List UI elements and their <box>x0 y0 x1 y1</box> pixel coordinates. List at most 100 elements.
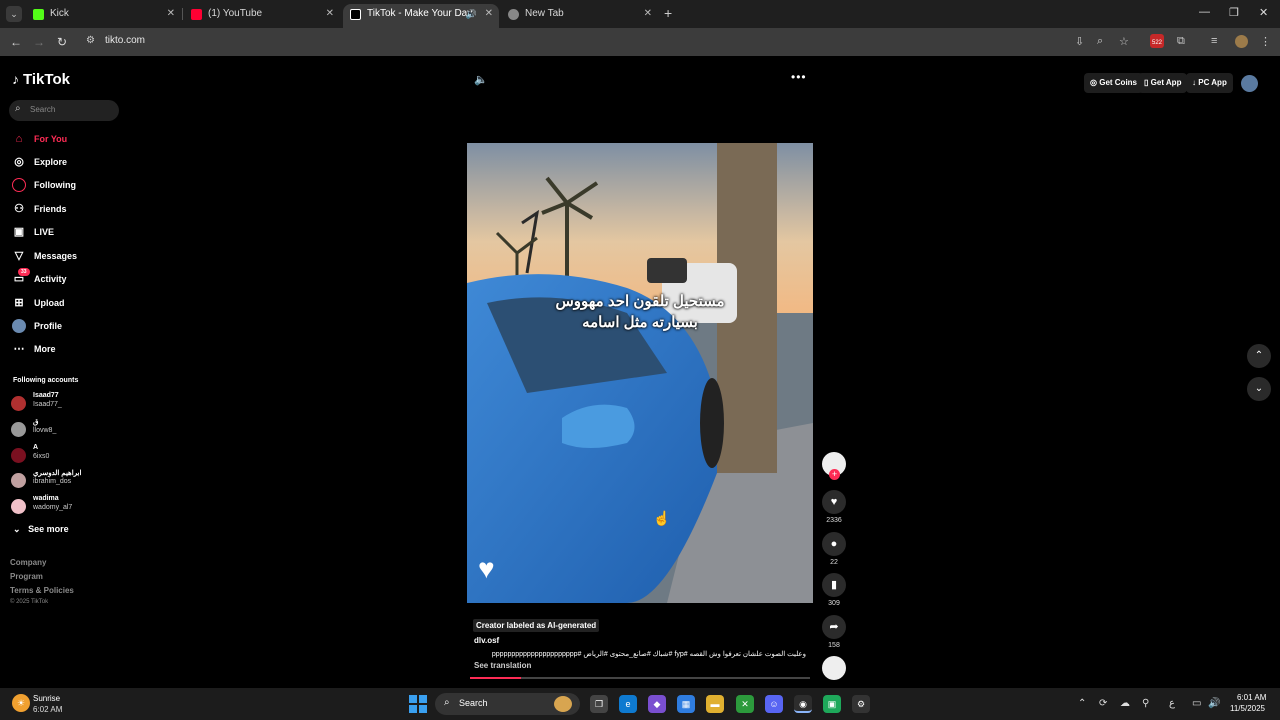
video-player[interactable]: مستحيل تلقون احد مهووس بسيارته مثل اسامه… <box>467 143 813 603</box>
sidebar-item-label: Following <box>34 180 76 190</box>
home-icon: ⌂ <box>15 133 23 145</box>
task-view-icon[interactable]: ❐ <box>590 695 608 713</box>
close-icon[interactable]: ✕ <box>485 4 493 24</box>
minimize-icon[interactable]: — <box>1199 6 1210 18</box>
store-icon[interactable]: ▦ <box>677 695 695 713</box>
taskbar-search[interactable]: ⌕ Search <box>435 693 580 715</box>
speaker-icon[interactable]: 🔈 <box>474 73 488 86</box>
tab-search-icon[interactable]: ⌄ <box>6 6 22 22</box>
speaker-icon[interactable]: 🔊 <box>466 4 477 24</box>
friends-icon: ⚇ <box>14 203 24 215</box>
taskbar-search-label: Search <box>459 698 488 708</box>
search-input[interactable]: ⌕ Search <box>9 100 119 121</box>
get-app-button[interactable]: ▯ Get App <box>1138 73 1188 93</box>
comment-button[interactable]: ● 22 <box>822 532 846 566</box>
following-account[interactable]: wadima wadomy_al7 <box>11 495 121 517</box>
following-account[interactable]: ق llovw8_ <box>11 418 121 440</box>
language-icon[interactable]: ع <box>1169 698 1175 709</box>
close-icon[interactable]: ✕ <box>167 4 175 24</box>
get-coins-button[interactable]: ◎ Get Coins <box>1084 73 1143 93</box>
site-info-icon[interactable]: ⚙ <box>86 35 95 46</box>
following-account[interactable]: Isaad77 Isaad77_ <box>11 392 121 414</box>
tab-tiktok[interactable]: TikTok - Make Your Day 🔊 ✕ <box>343 4 499 28</box>
weather-name: Sunrise <box>33 694 61 703</box>
comment-count: 22 <box>830 559 838 566</box>
sidebar-item-label: Explore <box>34 157 68 167</box>
sidebar-item-label: Friends <box>34 204 67 214</box>
chevron-up-icon[interactable]: ⌃ <box>1078 698 1086 709</box>
bookmark-star-icon[interactable]: ☆ <box>1119 35 1129 48</box>
file-explorer-icon[interactable]: ▬ <box>706 695 724 713</box>
heart-icon: ♥ <box>478 553 495 584</box>
tab-kick[interactable]: Kick ✕ <box>26 4 181 28</box>
network-icon[interactable]: ▭ <box>1192 698 1201 709</box>
user-avatar[interactable] <box>1241 75 1258 92</box>
previous-video-chevron-up-icon[interactable]: ⌃ <box>1247 344 1271 368</box>
install-app-icon[interactable]: ⇩ <box>1075 35 1084 48</box>
tiktok-favicon-icon <box>350 9 361 20</box>
tab-new-tab[interactable]: New Tab ✕ <box>501 4 658 28</box>
edge-icon[interactable]: e <box>619 695 637 713</box>
extension-badge-icon[interactable]: 522 <box>1150 34 1164 48</box>
compass-icon: ◎ <box>14 156 24 168</box>
zoom-icon[interactable]: ⌕ <box>1097 35 1103 48</box>
search-highlight-icon <box>554 696 572 712</box>
whatsapp-icon[interactable]: ▣ <box>823 695 841 713</box>
tab-youtube[interactable]: (1) YouTube ✕ <box>184 4 340 28</box>
see-translation-link[interactable]: See translation <box>474 661 531 670</box>
clock-time[interactable]: 6:01 AM <box>1237 693 1266 702</box>
discord-icon[interactable]: ☺ <box>765 695 783 713</box>
footer-link-terms[interactable]: Terms & Policies <box>10 586 74 595</box>
account-handle: Isaad77_ <box>33 401 62 408</box>
pc-app-button[interactable]: ↓ PC App <box>1186 73 1233 93</box>
extension-badge-count: 522 <box>1151 40 1162 46</box>
menu-kebab-icon[interactable]: ⋮ <box>1260 35 1271 48</box>
avatar <box>11 473 26 488</box>
forward-arrow-icon[interactable]: → <box>33 35 45 49</box>
close-icon[interactable]: ✕ <box>326 4 334 24</box>
address-bar[interactable]: ⚙ tikto.com <box>80 32 1095 52</box>
window-close-icon[interactable]: ✕ <box>1259 6 1268 19</box>
new-tab-plus-icon[interactable]: + <box>664 5 672 21</box>
chrome-icon[interactable]: ◉ <box>794 695 812 713</box>
copilot-icon[interactable]: ◆ <box>648 695 666 713</box>
footer-link-program[interactable]: Program <box>10 572 43 581</box>
more-options-icon[interactable]: ••• <box>791 70 807 84</box>
sync-icon[interactable]: ⟳ <box>1099 698 1107 709</box>
reload-icon[interactable]: ↻ <box>57 35 67 49</box>
music-disc-icon[interactable] <box>822 656 846 680</box>
following-account[interactable]: ابراهيم الدوسري ibrahim_dos <box>11 469 121 491</box>
like-button[interactable]: ♥ 2336 <box>822 490 846 524</box>
see-more-button[interactable]: ⌄ See more <box>13 524 69 535</box>
footer-link-company[interactable]: Company <box>10 558 46 567</box>
cloud-icon[interactable]: ☁ <box>1120 698 1130 709</box>
chevron-down-icon: ⌄ <box>13 524 21 534</box>
media-control-icon[interactable]: ≡ <box>1211 35 1217 47</box>
next-video-chevron-down-icon[interactable]: ⌄ <box>1247 377 1271 401</box>
windows-taskbar: ☀ Sunrise 6:02 AM ⌕ Search ❐ e ◆ ▦ ▬ ✕ ☺… <box>0 688 1280 720</box>
weather-sun-icon[interactable]: ☀ <box>12 694 30 712</box>
clock-date[interactable]: 11/5/2025 <box>1230 704 1265 713</box>
xbox-icon[interactable]: ✕ <box>736 695 754 713</box>
sidebar-item-label: For You <box>34 134 68 144</box>
following-account[interactable]: A 6ixs0 <box>11 444 121 466</box>
sidebar-item-label: Messages <box>34 251 78 261</box>
video-progress-bar[interactable] <box>470 677 810 679</box>
windows-start-icon[interactable] <box>409 695 427 713</box>
close-icon[interactable]: ✕ <box>644 4 652 24</box>
tiktok-logo[interactable]: ♪ TikTok <box>12 71 70 88</box>
following-accounts-heading: Following accounts <box>13 377 79 384</box>
save-button[interactable]: ▮ 309 <box>822 573 846 607</box>
youtube-favicon-icon <box>191 9 202 20</box>
follow-plus-icon[interactable]: + <box>829 469 840 480</box>
avatar <box>11 499 26 514</box>
video-author[interactable]: dlv.osf <box>474 636 499 645</box>
extensions-icon[interactable]: ⧉ <box>1177 35 1185 48</box>
steam-icon[interactable]: ⚙ <box>852 695 870 713</box>
share-button[interactable]: ➦ 158 <box>822 615 846 649</box>
back-arrow-icon[interactable]: ← <box>10 35 22 49</box>
microphone-icon[interactable]: ⚲ <box>1142 698 1149 709</box>
volume-icon[interactable]: 🔊 <box>1208 698 1220 709</box>
restore-icon[interactable]: ❐ <box>1229 6 1239 19</box>
profile-avatar[interactable] <box>1235 35 1248 48</box>
